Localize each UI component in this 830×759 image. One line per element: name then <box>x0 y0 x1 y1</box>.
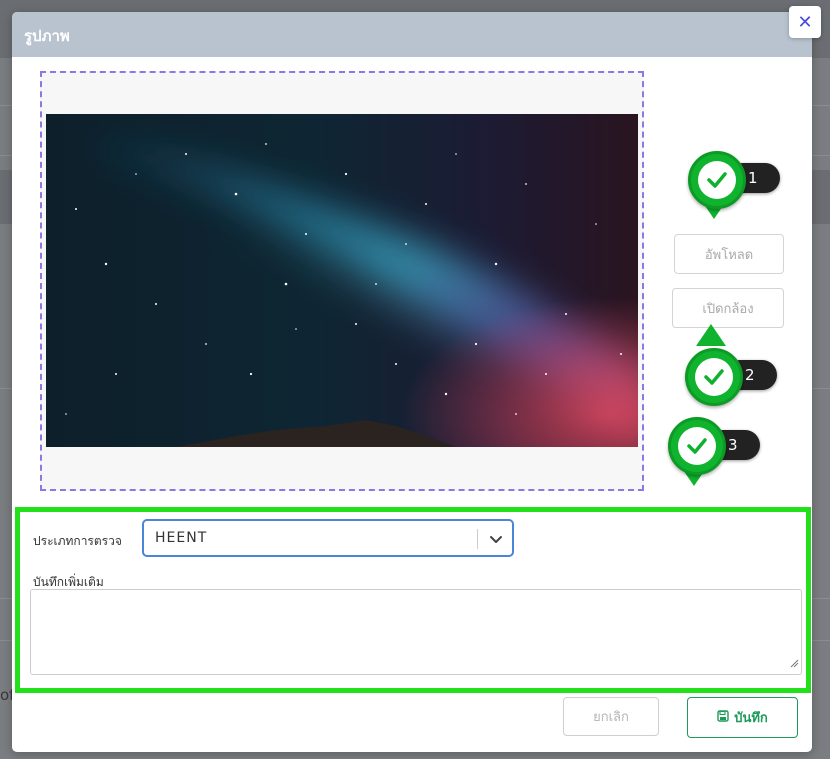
open-camera-button-label: เปิดกล้อง <box>702 301 754 317</box>
cancel-button-label: ยกเลิก <box>593 710 629 725</box>
marker-pin <box>668 417 726 475</box>
modal-header: รูปภาพ <box>12 12 812 57</box>
select-separator <box>477 529 478 549</box>
chevron-down-icon[interactable] <box>488 531 504 551</box>
check-icon <box>678 427 716 465</box>
marker-pin <box>685 348 743 406</box>
save-button-label: บันทึก <box>734 711 768 726</box>
upload-button[interactable]: อัพโหลด <box>674 234 784 274</box>
marker-pointer <box>696 324 726 346</box>
exam-type-value: HEENT <box>155 530 208 546</box>
preview-image <box>46 114 638 447</box>
step-number: 3 <box>728 436 738 454</box>
image-dropzone[interactable] <box>40 71 644 491</box>
exam-type-select[interactable]: HEENT <box>142 519 514 557</box>
upload-button-label: อัพโหลด <box>704 247 754 263</box>
save-button[interactable]: บันทึก <box>687 697 798 738</box>
notes-textarea[interactable] <box>30 589 802 675</box>
open-camera-button[interactable]: เปิดกล้อง <box>672 288 784 328</box>
modal-title: รูปภาพ <box>24 27 70 45</box>
highlighted-form-section: ประเภทการตรวจ HEENT บันทึกเพิ่มเติม <box>15 507 811 693</box>
cancel-button[interactable]: ยกเลิก <box>563 697 659 736</box>
image-modal: รูปภาพ ✕ อัพโหลด เปิดกล้อง 1 2 3 ประเภทก… <box>12 6 821 752</box>
marker-pin <box>688 151 746 209</box>
save-icon <box>717 709 729 726</box>
step-number: 2 <box>745 366 755 384</box>
close-button[interactable]: ✕ <box>789 6 821 38</box>
resize-handle-icon[interactable] <box>790 653 799 672</box>
check-icon <box>698 161 736 199</box>
close-icon: ✕ <box>797 11 813 33</box>
exam-type-label: ประเภทการตรวจ <box>33 534 122 548</box>
check-icon <box>695 358 733 396</box>
step-number: 1 <box>748 169 758 187</box>
